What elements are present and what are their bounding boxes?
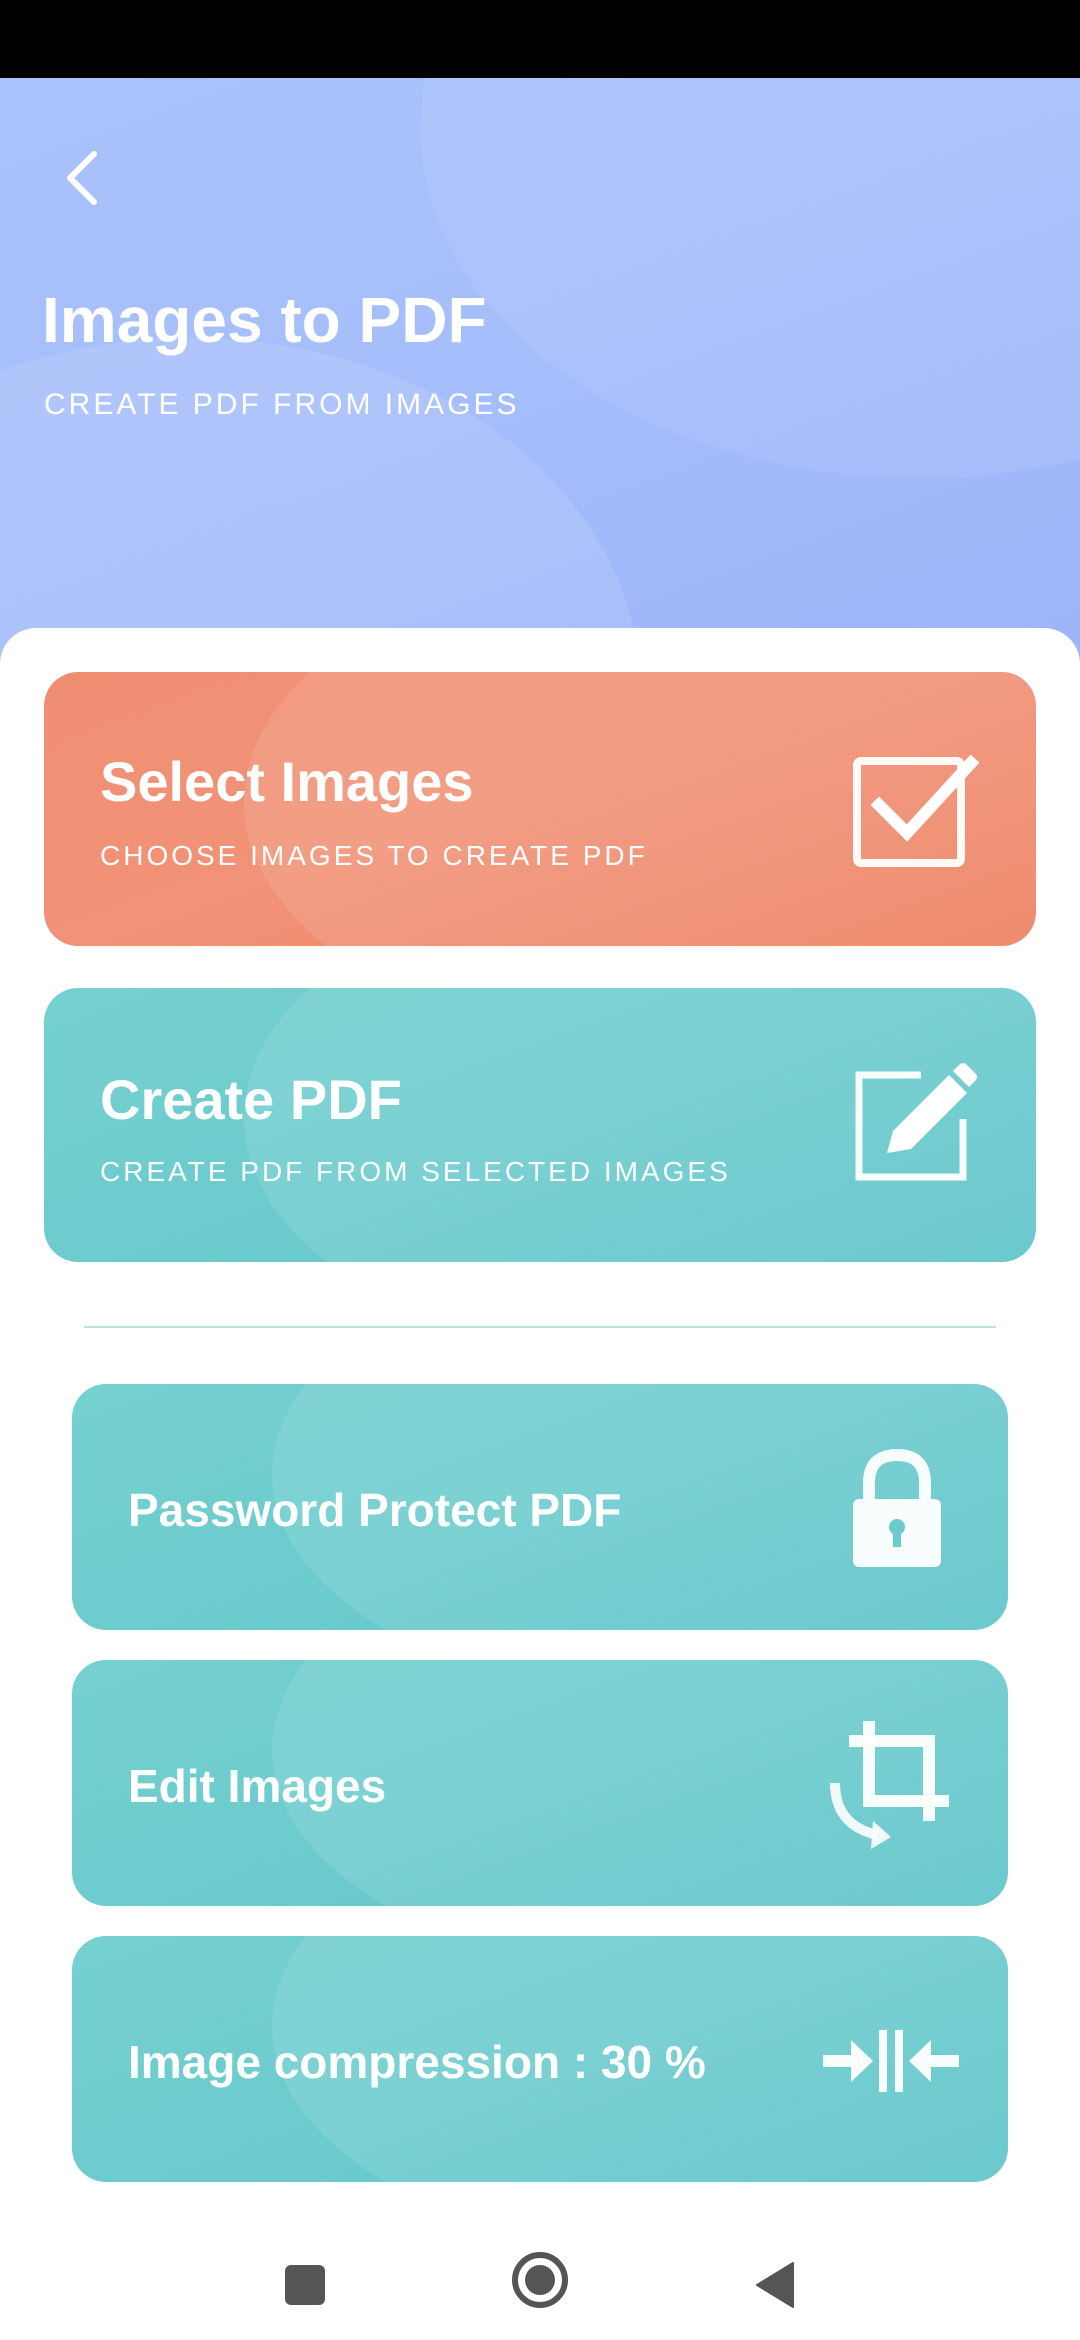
square-icon (285, 2265, 325, 2305)
page-title: Images to PDF (42, 284, 487, 356)
status-bar (0, 0, 1080, 78)
content-sheet: Select Images CHOOSE IMAGES TO CREATE PD… (0, 628, 1080, 2182)
edit-pencil-icon (850, 1056, 980, 1186)
create-pdf-subtitle: CREATE PDF FROM SELECTED IMAGES (100, 1156, 731, 1187)
header-banner: Images to PDF CREATE PDF FROM IMAGES (0, 78, 1080, 680)
create-pdf-title: Create PDF (100, 1068, 402, 1131)
section-divider (84, 1326, 996, 1328)
triangle-back-icon (756, 2262, 794, 2308)
image-compression-button[interactable]: Image compression : 30 % (72, 1936, 1008, 2182)
create-pdf-button[interactable]: Create PDF CREATE PDF FROM SELECTED IMAG… (44, 988, 1036, 1262)
recents-button[interactable] (270, 2250, 340, 2320)
chevron-left-icon (67, 151, 97, 205)
home-button[interactable] (504, 2244, 576, 2316)
password-protect-pdf-label: Password Protect PDF (128, 1484, 622, 1536)
edit-images-label: Edit Images (128, 1760, 387, 1812)
compress-icon (818, 2006, 964, 2116)
nav-back-button[interactable] (740, 2250, 810, 2320)
checkbox-checked-icon (850, 744, 980, 874)
page-subtitle: CREATE PDF FROM IMAGES (44, 388, 520, 421)
image-compression-label: Image compression : 30 % (128, 2036, 706, 2088)
select-images-title: Select Images (100, 750, 474, 813)
circle-home-icon (512, 2252, 568, 2308)
select-images-subtitle: CHOOSE IMAGES TO CREATE PDF (100, 840, 648, 871)
lock-icon (832, 1444, 962, 1574)
select-images-button[interactable]: Select Images CHOOSE IMAGES TO CREATE PD… (44, 672, 1036, 946)
edit-images-button[interactable]: Edit Images (72, 1660, 1008, 1906)
crop-rotate-icon (818, 1710, 964, 1856)
back-button[interactable] (52, 138, 112, 218)
system-navigation-bar (0, 2200, 1080, 2340)
password-protect-pdf-button[interactable]: Password Protect PDF (72, 1384, 1008, 1630)
